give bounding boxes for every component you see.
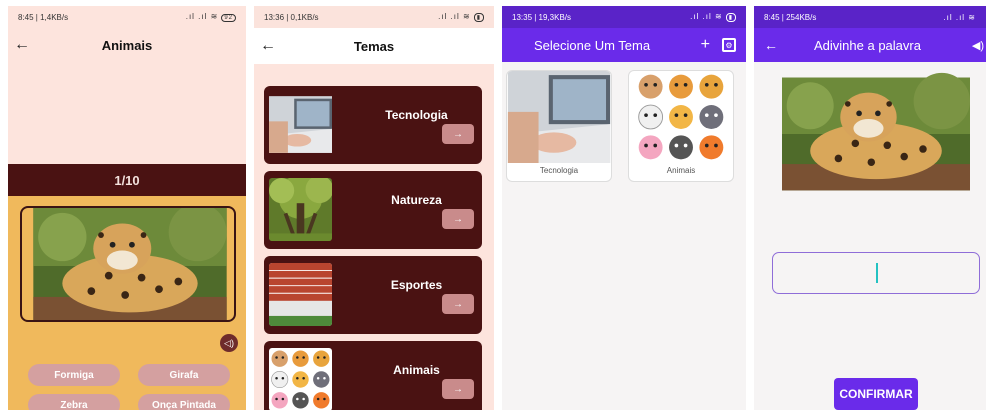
speaker-icon[interactable]: ◁) — [220, 334, 238, 352]
arrow-right-icon[interactable]: → — [442, 124, 474, 144]
answer-option[interactable]: Formiga — [28, 364, 120, 386]
themes-screen: 13:36 | 0,1KB/s .ıl .ıl ≋ ▮ ← Temas Tecno… — [254, 6, 494, 410]
select-theme-screen: 13:35 | 19,3KB/s .ıl .ıl ≋ ▮ Selecione Um… — [502, 6, 746, 410]
tile-label: Animais — [666, 166, 696, 175]
theme-label: Animais — [393, 363, 440, 377]
theme-label: Tecnologia — [385, 108, 448, 122]
signal-icon: .ıl .ıl ≋ ▮ — [438, 12, 484, 22]
theme-card-tecnologia[interactable]: Tecnologia → — [264, 86, 482, 164]
app-bar: ← Animais — [8, 28, 246, 62]
theme-tile-tecnologia[interactable]: Tecnologia — [506, 70, 612, 182]
jaguar-image — [782, 72, 970, 196]
back-arrow-icon[interactable]: ← — [260, 37, 276, 55]
forest-image — [269, 178, 332, 241]
theme-label: Natureza — [391, 193, 442, 207]
status-bar: 8:45 | 1,4KB/s .ıl .ıl ≋ 92 — [8, 6, 246, 28]
status-time: 13:35 | 19,3KB/s — [512, 12, 572, 22]
back-arrow-icon[interactable]: ← — [14, 36, 30, 54]
status-time: 8:45 | 254KB/s — [764, 12, 817, 22]
status-time: 13:36 | 0,1KB/s — [264, 12, 319, 22]
status-bar: 8:45 | 254KB/s .ıl .ıl ≋ — [754, 6, 986, 28]
theme-card-animais[interactable]: Animais → — [264, 341, 482, 410]
back-arrow-icon[interactable]: ← — [764, 37, 778, 53]
status-time: 8:45 | 1,4KB/s — [18, 12, 69, 22]
confirm-button[interactable]: CONFIRMAR — [834, 378, 918, 410]
theme-label: Esportes — [390, 278, 443, 292]
jaguar-image — [20, 206, 236, 322]
arrow-right-icon[interactable]: → — [442, 294, 474, 314]
tile-label: Tecnologia — [539, 166, 579, 175]
app-bar: Selecione Um Tema + ⚙ — [502, 28, 746, 62]
page-title: Temas — [353, 38, 395, 54]
battery-icon: 92 — [221, 14, 236, 22]
animal-faces-image — [629, 71, 733, 163]
volume-icon[interactable]: ◀) — [972, 39, 984, 52]
signal-icon: .ıl .ıl ≋ — [943, 12, 976, 22]
guess-word-screen: 8:45 | 254KB/s .ıl .ıl ≋ ← Adivinhe a pa… — [754, 6, 986, 410]
theme-card-natureza[interactable]: Natureza → — [264, 171, 482, 249]
signal-icon: .ıl .ıl ≋ 92 — [186, 12, 236, 22]
quiz-screen: 8:45 | 1,4KB/s .ıl .ıl ≋ 92 ← Animais 1/1… — [8, 6, 246, 410]
battery-icon: ▮ — [473, 13, 484, 22]
track-image — [269, 263, 332, 326]
app-bar: ← Temas — [254, 28, 494, 64]
theme-tile-animais[interactable]: Animais — [628, 70, 734, 182]
status-bar: 13:36 | 0,1KB/s .ıl .ıl ≋ ▮ — [254, 6, 494, 28]
page-title: Adivinhe a palavra — [814, 37, 921, 53]
animal-faces-image — [269, 348, 332, 410]
answer-option[interactable]: Girafa — [138, 364, 230, 386]
arrow-right-icon[interactable]: → — [442, 379, 474, 399]
page-title: Selecione Um Tema — [534, 37, 651, 53]
answer-option[interactable]: Zebra — [28, 394, 120, 410]
text-caret — [876, 263, 878, 283]
battery-icon: ▮ — [725, 13, 736, 22]
settings-icon[interactable]: ⚙ — [722, 38, 736, 52]
arrow-right-icon[interactable]: → — [442, 209, 474, 229]
theme-card-esportes[interactable]: Esportes → — [264, 256, 482, 334]
answer-input[interactable] — [772, 252, 980, 294]
app-bar: ← Adivinhe a palavra ◀) — [754, 28, 986, 62]
signal-icon: .ıl .ıl ≋ ▮ — [690, 12, 736, 22]
question-card: ◁) Formiga Girafa Zebra Onça Pintada — [8, 196, 246, 410]
question-counter: 1/10 — [8, 164, 246, 196]
page-title: Animais — [101, 37, 153, 53]
laptop-image — [507, 71, 611, 163]
add-icon[interactable]: + — [701, 36, 710, 54]
laptop-image — [269, 93, 332, 156]
answer-option[interactable]: Onça Pintada — [138, 394, 230, 410]
status-bar: 13:35 | 19,3KB/s .ıl .ıl ≋ ▮ — [502, 6, 746, 28]
